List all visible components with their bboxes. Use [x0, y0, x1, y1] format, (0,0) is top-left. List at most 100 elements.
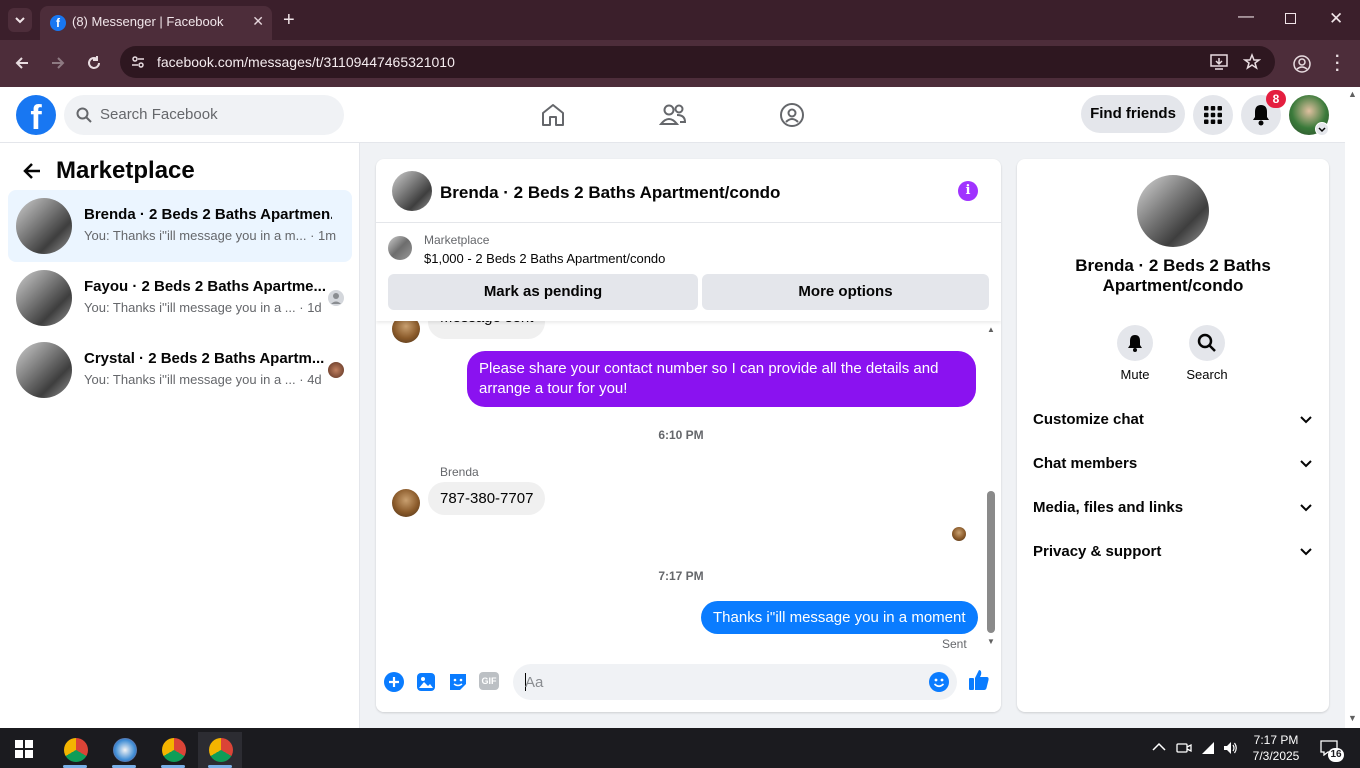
listing-title[interactable]: $1,000 - 2 Beds 2 Baths Apartment/condo: [424, 251, 665, 266]
emoji-icon[interactable]: [929, 672, 949, 692]
section-label: Chat members: [1033, 455, 1138, 472]
windows-taskbar: 7:17 PM 7/3/2025 16: [0, 728, 1360, 768]
meet-now-icon[interactable]: [1176, 740, 1192, 756]
thumbs-up-icon[interactable]: [967, 668, 991, 692]
clock-time: 7:17 PM: [1253, 733, 1299, 747]
mute-label: Mute: [1120, 367, 1150, 382]
groups-icon[interactable]: [779, 102, 805, 128]
listing-thumbnail: [16, 198, 72, 254]
more-options-button[interactable]: More options: [702, 274, 989, 310]
url-field[interactable]: facebook.com/messages/t/3110944746532101…: [120, 46, 1275, 78]
chevron-up-icon[interactable]: [1152, 742, 1166, 752]
conversation-item-crystal[interactable]: Crystal · 2 Beds 2 Baths Apartm... You: …: [8, 334, 352, 406]
taskbar-chrome-3-active[interactable]: [198, 732, 242, 768]
conversation-item-brenda[interactable]: Brenda · 2 Beds 2 Baths Apartmen... You:…: [8, 190, 352, 262]
privacy-support-row[interactable]: Privacy & support: [1033, 531, 1313, 575]
outgoing-message-latest[interactable]: Thanks i''ill message you in a moment: [701, 601, 978, 634]
mute-button[interactable]: Mute: [1105, 325, 1165, 382]
section-label: Media, files and links: [1033, 499, 1184, 516]
minimize-button[interactable]: —: [1238, 8, 1254, 26]
search-facebook-input[interactable]: Search Facebook: [64, 95, 344, 135]
reload-icon[interactable]: [85, 54, 103, 72]
scroll-down-arrow[interactable]: ▼: [1348, 713, 1357, 723]
chevron-down-icon: [15, 17, 25, 24]
app-icon: [113, 738, 137, 762]
bookmark-star-icon[interactable]: [1243, 53, 1261, 71]
gif-icon[interactable]: GIF: [479, 672, 499, 690]
conversation-name: Brenda · 2 Beds 2 Baths Apartmen...: [84, 206, 332, 223]
add-plus-icon[interactable]: [384, 672, 404, 692]
scroll-up-arrow[interactable]: ▲: [987, 325, 995, 334]
taskbar-app-2[interactable]: [102, 732, 146, 768]
chat-info-name: Brenda · 2 Beds 2 Baths Apartment/condo: [1075, 256, 1271, 295]
tab-search-button[interactable]: [8, 8, 32, 32]
page-scrollbar[interactable]: ▲ ▼: [1345, 87, 1360, 728]
menu-button[interactable]: [1193, 95, 1233, 135]
account-chevron[interactable]: [1315, 122, 1329, 136]
read-receipt-avatar: [952, 527, 966, 541]
browser-menu-icon[interactable]: · · ·: [1335, 49, 1340, 79]
site-settings-icon[interactable]: [130, 54, 146, 70]
profile-icon[interactable]: [1292, 54, 1312, 74]
tab-title: (8) Messenger | Facebook: [72, 14, 224, 29]
chrome-icon: [64, 738, 88, 762]
install-app-icon[interactable]: [1210, 54, 1228, 70]
back-arrow-icon[interactable]: [13, 54, 31, 72]
wifi-icon[interactable]: [1200, 740, 1216, 756]
taskbar-chrome-2[interactable]: [151, 732, 195, 768]
browser-tab-bar: f (8) Messenger | Facebook ✕ + — ✕: [0, 0, 1360, 40]
sender-avatar: [392, 489, 420, 517]
timestamp: 7:17 PM: [658, 569, 704, 583]
mark-pending-button[interactable]: Mark as pending: [388, 274, 698, 310]
conversation-item-fayou[interactable]: Fayou · 2 Beds 2 Baths Apartme... You: T…: [8, 262, 352, 334]
sender-name: Brenda: [440, 465, 479, 479]
find-friends-button[interactable]: Find friends: [1081, 95, 1185, 133]
chrome-icon: [209, 738, 233, 762]
marketplace-listing-bar: Marketplace $1,000 - 2 Beds 2 Baths Apar…: [376, 223, 1001, 321]
facebook-logo[interactable]: f: [16, 95, 56, 135]
new-tab-button[interactable]: +: [283, 9, 295, 32]
info-icon[interactable]: i: [958, 181, 978, 201]
listing-thumbnail: [16, 270, 72, 326]
chevron-down-icon: [1318, 127, 1326, 133]
chevron-down-icon: [1300, 416, 1312, 424]
media-files-links-row[interactable]: Media, files and links: [1033, 487, 1313, 531]
windows-start-icon[interactable]: [15, 740, 33, 758]
incoming-message[interactable]: 787-380-7707: [428, 482, 546, 515]
bell-icon: [1253, 105, 1269, 126]
photo-icon[interactable]: [416, 672, 436, 692]
back-arrow-icon[interactable]: [22, 162, 42, 180]
taskbar-chrome-1[interactable]: [53, 732, 97, 768]
home-icon[interactable]: [540, 102, 566, 128]
chat-title[interactable]: Brenda · 2 Beds 2 Baths Apartment/condo: [440, 183, 780, 203]
customize-chat-row[interactable]: Customize chat: [1033, 399, 1313, 443]
chevron-down-icon: [1300, 504, 1312, 512]
notification-badge: 8: [1266, 90, 1286, 108]
url-text: facebook.com/messages/t/3110944746532101…: [157, 54, 455, 70]
friends-icon[interactable]: [659, 102, 687, 128]
scroll-thumb[interactable]: [987, 491, 995, 633]
window-close-button[interactable]: ✕: [1329, 9, 1343, 29]
chat-panel: Brenda · 2 Beds 2 Baths Apartment/condo …: [376, 159, 1001, 712]
message-input[interactable]: Aa: [513, 664, 957, 700]
browser-tab[interactable]: f (8) Messenger | Facebook ✕: [40, 6, 272, 40]
system-clock[interactable]: 7:17 PM 7/3/2025: [1251, 732, 1301, 764]
chevron-down-icon: [1300, 460, 1312, 468]
sticker-icon[interactable]: [448, 672, 468, 692]
chat-scrollbar[interactable]: ▲ ▼: [987, 325, 995, 649]
scroll-down-arrow[interactable]: ▼: [987, 637, 995, 646]
chat-avatar[interactable]: [392, 171, 432, 211]
scroll-up-arrow[interactable]: ▲: [1348, 89, 1357, 99]
outgoing-message[interactable]: Please share your contact number so I ca…: [467, 351, 976, 407]
maximize-button[interactable]: [1285, 13, 1296, 24]
chat-info-panel: Brenda · 2 Beds 2 Baths Apartment/condo …: [1017, 159, 1329, 712]
seen-avatar: [328, 362, 344, 378]
chat-profile-photo[interactable]: [1137, 175, 1209, 247]
timestamp: 6:10 PM: [658, 428, 704, 442]
seen-avatar: [328, 290, 344, 306]
forward-arrow-icon[interactable]: [49, 54, 67, 72]
tab-close-icon[interactable]: ✕: [252, 13, 264, 30]
speaker-icon[interactable]: [1222, 740, 1238, 756]
search-in-chat-button[interactable]: Search: [1177, 325, 1237, 382]
chat-members-row[interactable]: Chat members: [1033, 443, 1313, 487]
